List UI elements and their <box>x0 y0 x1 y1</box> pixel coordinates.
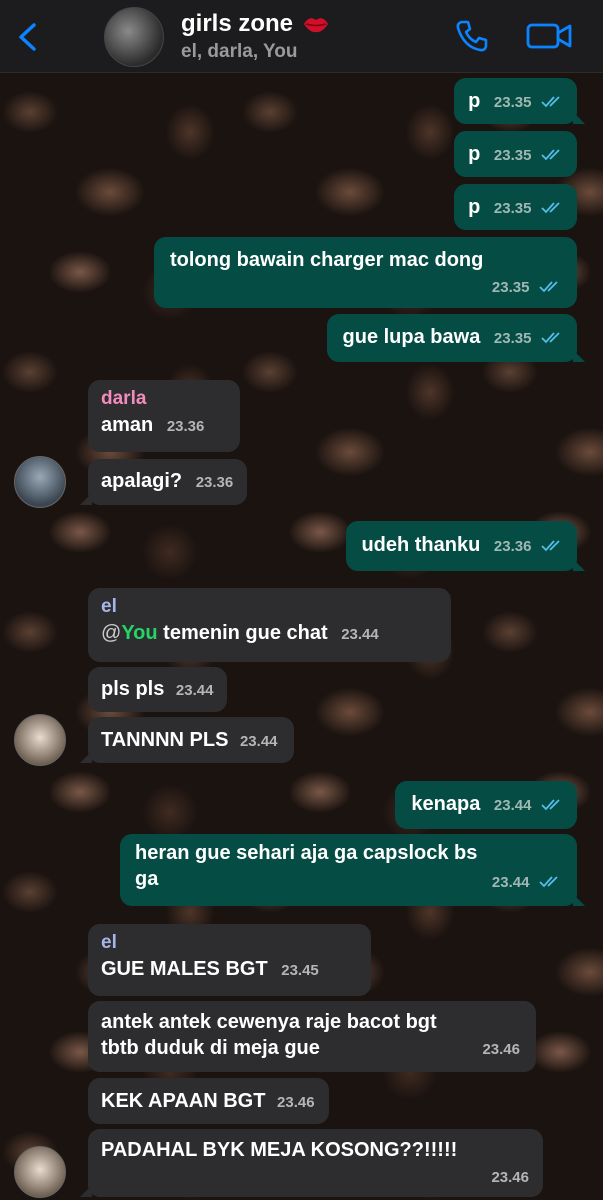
message-text: KEK APAAN BGT <box>101 1090 266 1112</box>
mention-you[interactable]: You <box>121 622 157 644</box>
message-time: 23.46 <box>491 1169 529 1186</box>
message-text: ga <box>135 868 159 890</box>
message-text: tolong bawain charger mac dong <box>170 249 484 271</box>
page-title: girls zone <box>181 10 294 37</box>
message-time: 23.35 <box>491 279 530 296</box>
message-time: 23.35 <box>493 147 532 164</box>
message-text: pls pls <box>101 678 165 700</box>
message-time: 23.35 <box>493 94 532 111</box>
message-incoming[interactable]: KEK APAAN BGT 23.46 <box>88 1078 329 1124</box>
message-incoming[interactable]: pls pls 23.44 <box>88 667 228 712</box>
message-outgoing[interactable]: gue lupa bawa 23.35 <box>326 314 586 362</box>
avatar[interactable] <box>14 456 66 508</box>
message-incoming[interactable]: antek antek cewenya raje bacot bgt tbtb … <box>88 1001 536 1072</box>
message-time: 23.44 <box>175 682 214 699</box>
message-text: p <box>468 196 481 218</box>
message-time: 23.44 <box>491 874 530 891</box>
message-time: 23.35 <box>493 330 532 347</box>
message-text: aman <box>101 414 154 436</box>
message-text: GUE MALES BGT <box>101 958 268 980</box>
message-outgoing[interactable]: p 23.35 <box>454 184 577 230</box>
message-text: temenin gue chat <box>157 622 328 644</box>
video-camera-icon[interactable] <box>526 20 572 52</box>
message-incoming[interactable]: TANNNN PLS 23.44 <box>80 717 294 763</box>
read-ticks-icon <box>541 96 560 108</box>
message-text: udeh thanku <box>361 534 481 556</box>
message-time: 23.36 <box>166 418 205 435</box>
sender-name: el <box>101 932 117 953</box>
message-time: 23.44 <box>493 797 532 814</box>
message-incoming[interactable]: darla aman 23.36 <box>88 380 240 452</box>
avatar[interactable] <box>14 1146 66 1198</box>
message-text: p <box>468 143 481 165</box>
mention-symbol: @ <box>101 622 122 644</box>
message-outgoing[interactable]: tolong bawain charger mac dong 23.35 <box>154 237 577 308</box>
lips-emoji-icon <box>304 18 329 33</box>
read-ticks-icon <box>541 149 560 161</box>
message-time: 23.46 <box>277 1094 315 1111</box>
message-time: 23.45 <box>281 962 319 979</box>
read-ticks-icon <box>541 540 560 552</box>
message-incoming[interactable]: el GUE MALES BGT 23.45 <box>88 924 371 996</box>
message-time: 23.44 <box>341 626 379 643</box>
message-time: 23.46 <box>482 1041 520 1058</box>
participants-subtitle: el, darla, You <box>181 41 298 62</box>
chat-header: girls zone el, darla, You <box>0 0 603 73</box>
message-outgoing[interactable]: kenapa 23.44 <box>395 781 577 829</box>
read-ticks-icon <box>541 202 560 214</box>
message-outgoing[interactable]: udeh thanku 23.36 <box>346 521 585 571</box>
message-outgoing[interactable]: heran gue sehari aja ga capslock bs ga 2… <box>120 834 585 906</box>
read-ticks-icon <box>539 281 558 293</box>
sender-name: darla <box>101 388 147 409</box>
chat-title-area[interactable]: girls zone el, darla, You <box>181 10 329 63</box>
read-ticks-icon <box>541 799 560 811</box>
message-incoming[interactable]: el @You temenin gue chat 23.44 <box>88 588 451 662</box>
message-text: gue lupa bawa <box>342 326 481 348</box>
message-outgoing[interactable]: p 23.35 <box>454 131 577 177</box>
message-incoming[interactable]: apalagi? 23.36 <box>79 459 248 505</box>
message-text: heran gue sehari aja ga capslock bs <box>135 842 478 864</box>
message-time: 23.36 <box>195 474 234 491</box>
group-avatar[interactable] <box>104 7 164 67</box>
read-ticks-icon <box>541 332 560 344</box>
message-time: 23.44 <box>239 733 278 750</box>
message-time: 23.36 <box>493 538 532 555</box>
message-text: p <box>468 90 481 112</box>
message-outgoing[interactable]: p 23.35 <box>454 78 585 124</box>
chevron-left-icon[interactable] <box>14 22 42 52</box>
message-text: tbtb duduk di meja gue <box>101 1037 320 1059</box>
message-time: 23.35 <box>493 200 532 217</box>
message-text: antek antek cewenya raje bacot bgt <box>101 1011 437 1033</box>
sender-name: el <box>101 596 117 617</box>
phone-icon[interactable] <box>454 18 490 54</box>
avatar[interactable] <box>14 714 66 766</box>
message-text: kenapa <box>411 793 481 815</box>
message-text: TANNNN PLS <box>101 729 229 751</box>
message-incoming[interactable]: PADAHAL BYK MEJA KOSONG??!!!!! 23.46 <box>80 1129 543 1197</box>
message-text: PADAHAL BYK MEJA KOSONG??!!!!! <box>101 1139 458 1161</box>
message-text: apalagi? <box>101 470 183 492</box>
read-ticks-icon <box>539 876 558 888</box>
